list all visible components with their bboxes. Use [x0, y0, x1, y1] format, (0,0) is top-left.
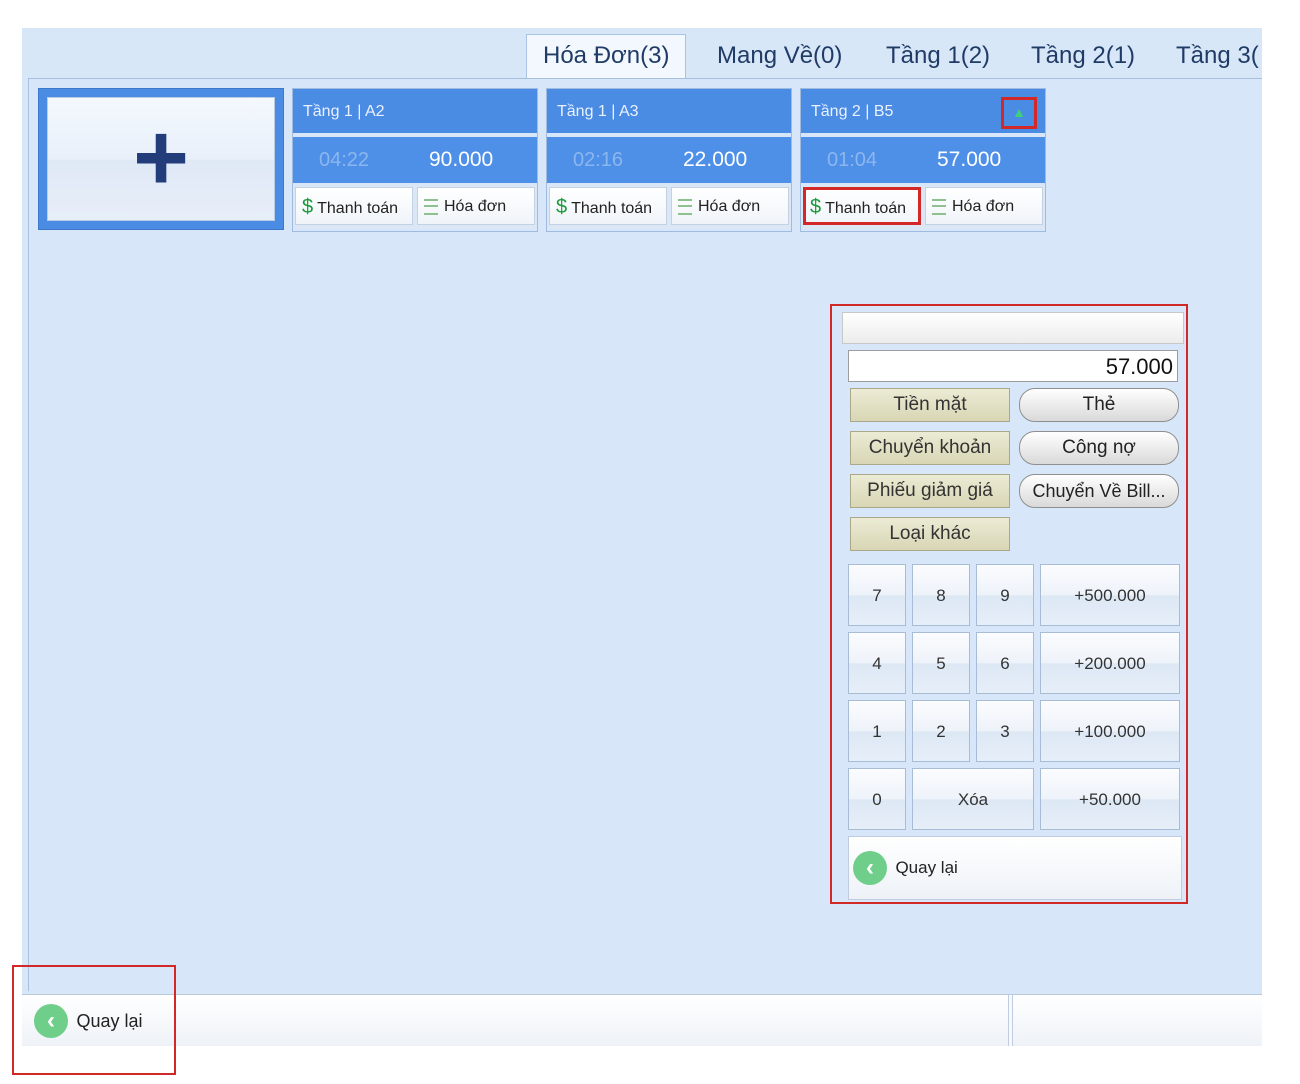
method-voucher-button[interactable]: Phiếu giảm giá	[850, 474, 1010, 508]
key-plus-200000[interactable]: +200.000	[1040, 632, 1180, 694]
table-actions: $ Thanh toán Hóa đơn	[547, 185, 791, 229]
key-7[interactable]: 7	[848, 564, 906, 626]
table-info: 04:22 90.000	[293, 137, 537, 183]
payment-panel: 57.000 Tiền mặt Chuyển khoản Phiếu giảm …	[830, 304, 1188, 904]
invoice-button[interactable]: Hóa đơn	[671, 187, 789, 225]
table-amount: 57.000	[937, 148, 1002, 171]
method-other-button[interactable]: Loại khác	[850, 517, 1010, 551]
key-clear[interactable]: Xóa	[912, 768, 1034, 830]
key-plus-100000[interactable]: +100.000	[1040, 700, 1180, 762]
elapsed-time: 04:22	[319, 149, 370, 171]
pay-label: Thanh toán	[317, 200, 399, 217]
key-4[interactable]: 4	[848, 632, 906, 694]
tab-floor-1[interactable]: Tầng 1(2)	[886, 36, 990, 76]
method-transfer-button[interactable]: Chuyển khoản	[850, 431, 1010, 465]
method-cash-button[interactable]: Tiền mặt	[850, 388, 1010, 422]
table-name: Tầng 1 | A2	[293, 89, 537, 133]
payment-back-button[interactable]: ‹ Quay lại	[848, 836, 1182, 900]
key-5[interactable]: 5	[912, 632, 970, 694]
table-actions: $ Thanh toán Hóa đơn	[801, 185, 1045, 229]
invoice-button[interactable]: Hóa đơn	[925, 187, 1043, 225]
key-8[interactable]: 8	[912, 564, 970, 626]
table-info: 02:16 22.000	[547, 137, 791, 183]
pay-button[interactable]: $ Thanh toán	[549, 187, 667, 225]
pay-button[interactable]: $ Thanh toán	[803, 187, 921, 225]
dollar-icon: $	[556, 196, 568, 218]
add-order-card[interactable]: +	[38, 88, 284, 230]
invoice-icon	[678, 198, 692, 215]
pay-button[interactable]: $ Thanh toán	[295, 187, 413, 225]
invoice-label: Hóa đơn	[952, 198, 1015, 215]
key-0[interactable]: 0	[848, 768, 906, 830]
table-amount: 90.000	[429, 148, 494, 171]
payment-header	[842, 312, 1184, 344]
method-to-bill-button[interactable]: Chuyển Về Bill...	[1019, 474, 1179, 508]
tab-bar: Hóa Đơn(3) Mang Về(0) Tầng 1(2) Tầng 2(1…	[22, 28, 1262, 79]
table-name: Tầng 1 | A3	[547, 89, 791, 133]
payment-amount[interactable]: 57.000	[848, 350, 1178, 382]
table-card[interactable]: Tầng 2 | B5 ▲ 01:04 57.000 $ Thanh toán H…	[800, 88, 1046, 232]
elapsed-time: 01:04	[827, 149, 878, 171]
bottom-right-area	[1012, 995, 1262, 1046]
plus-icon: +	[132, 104, 190, 211]
chevron-left-icon: ‹	[853, 851, 887, 885]
dollar-icon: $	[302, 196, 314, 218]
tab-invoices[interactable]: Hóa Đơn(3)	[526, 34, 687, 79]
table-info: 01:04 57.000	[801, 137, 1045, 183]
bottom-bar: ‹ Quay lại	[22, 994, 1262, 1046]
key-1[interactable]: 1	[848, 700, 906, 762]
tab-floor-2[interactable]: Tầng 2(1)	[1031, 36, 1135, 76]
method-card-button[interactable]: Thẻ	[1019, 388, 1179, 422]
key-6[interactable]: 6	[976, 632, 1034, 694]
key-2[interactable]: 2	[912, 700, 970, 762]
tab-floor-3[interactable]: Tầng 3(	[1176, 36, 1259, 76]
add-order-button[interactable]: +	[47, 97, 275, 221]
key-9[interactable]: 9	[976, 564, 1034, 626]
tab-takeaway[interactable]: Mang Về(0)	[717, 36, 842, 76]
invoice-icon	[424, 198, 438, 215]
invoice-label: Hóa đơn	[444, 198, 507, 215]
payment-back-label: Quay lại	[895, 858, 958, 877]
invoice-label: Hóa đơn	[698, 198, 761, 215]
pay-label: Thanh toán	[825, 200, 907, 217]
bell-icon[interactable]: ▲	[1001, 97, 1037, 129]
key-plus-50000[interactable]: +50.000	[1040, 768, 1180, 830]
elapsed-time: 02:16	[573, 149, 624, 171]
key-3[interactable]: 3	[976, 700, 1034, 762]
pay-label: Thanh toán	[571, 200, 653, 217]
highlight-box	[12, 965, 176, 1075]
invoice-button[interactable]: Hóa đơn	[417, 187, 535, 225]
dollar-icon: $	[810, 196, 822, 218]
key-plus-500000[interactable]: +500.000	[1040, 564, 1180, 626]
invoice-icon	[932, 198, 946, 215]
table-amount: 22.000	[683, 148, 748, 171]
method-debt-button[interactable]: Công nợ	[1019, 431, 1179, 465]
table-card[interactable]: Tầng 1 | A2 04:22 90.000 $ Thanh toán Hóa…	[292, 88, 538, 232]
table-card[interactable]: Tầng 1 | A3 02:16 22.000 $ Thanh toán Hóa…	[546, 88, 792, 232]
table-actions: $ Thanh toán Hóa đơn	[293, 185, 537, 229]
